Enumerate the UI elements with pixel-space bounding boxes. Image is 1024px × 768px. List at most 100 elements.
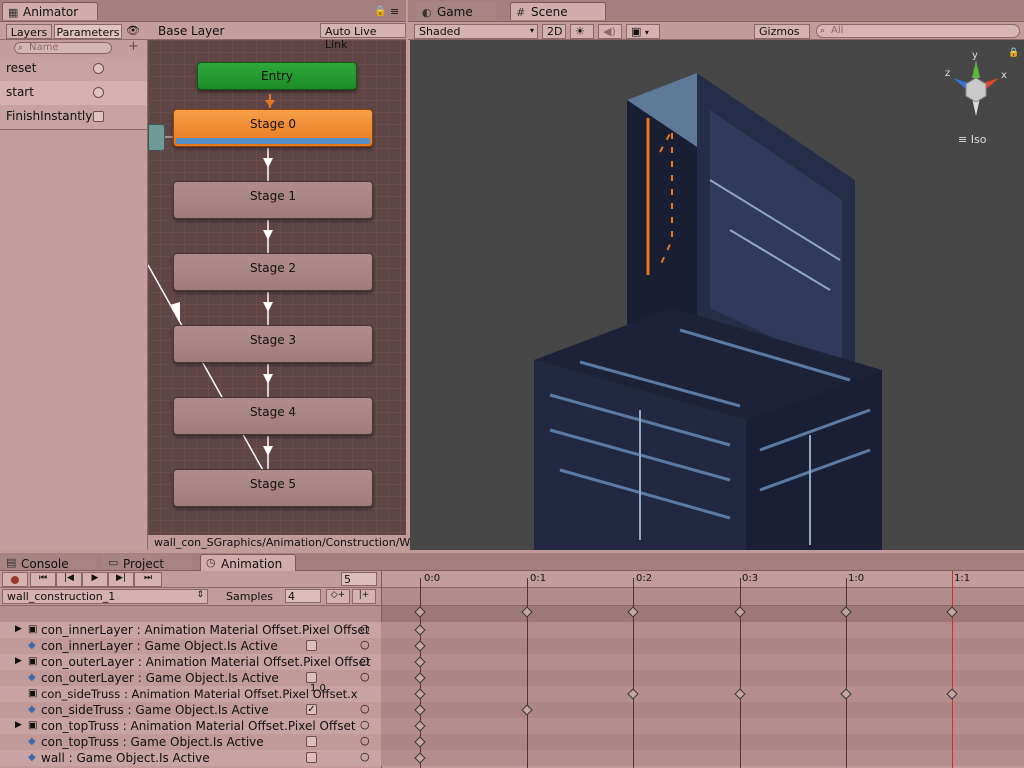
auto-live-link-button[interactable]: Auto Live Link <box>320 23 406 51</box>
scene-toolbar: Shaded ▾ 2D ☀ ◀) ▣ ▾ Gizmos ▾ ⌕ All <box>408 22 1024 50</box>
menu-icon: ≡ <box>958 133 968 146</box>
stage-node-2[interactable]: Stage 2 <box>173 253 373 291</box>
add-key-icon: ◇+ <box>330 590 346 600</box>
property-row[interactable]: ▣ con_sideTruss : Animation Material Off… <box>0 683 381 702</box>
timeline-lane[interactable] <box>381 622 1024 638</box>
clip-dropdown[interactable]: wall_construction_1 ⇕ <box>2 589 208 604</box>
breadcrumb[interactable]: Base Layer <box>158 24 225 38</box>
curve-dot-icon[interactable]: ○ <box>360 654 370 667</box>
parameter-row[interactable]: reset <box>0 57 147 81</box>
property-checkbox[interactable] <box>306 736 317 747</box>
trigger-toggle[interactable] <box>93 87 104 98</box>
stage-node-0[interactable]: Stage 0 <box>173 109 373 147</box>
timeline-ruler[interactable]: 0:0 0:1 0:2 0:3 1:0 1:1 <box>381 571 1024 588</box>
add-event-icon: |+ <box>358 590 370 600</box>
summary-lane[interactable] <box>381 606 1024 622</box>
tab-project[interactable]: ▭ Project <box>102 554 192 571</box>
curve-dot-icon[interactable]: ○ <box>360 718 370 731</box>
audio-button[interactable]: ◀) <box>598 24 622 39</box>
parameter-row[interactable]: start <box>0 81 147 105</box>
time-label: 1:1 <box>954 573 971 584</box>
property-row[interactable]: ▶ ▣ con_outerLayer : Animation Material … <box>0 654 381 670</box>
property-checkbox-checked[interactable]: ✓ <box>306 704 317 715</box>
property-checkbox[interactable] <box>306 672 317 683</box>
stage-node-1[interactable]: Stage 1 <box>173 181 373 219</box>
last-frame-button[interactable]: ⏭ <box>134 572 162 587</box>
bool-checkbox[interactable] <box>93 111 104 122</box>
summary-lane-left <box>0 606 381 622</box>
timeline-lane[interactable] <box>381 750 1024 766</box>
orientation-gizmo[interactable]: y x z <box>945 50 1007 118</box>
stage-node-4[interactable]: Stage 4 <box>173 397 373 435</box>
entry-node[interactable]: Entry <box>197 62 357 90</box>
gizmos-dropdown[interactable]: Gizmos ▾ <box>754 24 810 50</box>
lighting-button[interactable]: ☀ <box>570 24 594 39</box>
transition-arrow <box>170 302 180 323</box>
add-parameter-button[interactable]: + <box>128 39 139 54</box>
add-event-button[interactable]: |+ <box>352 589 376 604</box>
next-frame-button[interactable]: ▶| <box>108 572 134 587</box>
tab-console[interactable]: ▤ Console <box>0 554 96 571</box>
mode-2d-button[interactable]: 2D <box>542 24 566 39</box>
lock-icon[interactable]: 🔒 <box>1008 48 1019 58</box>
property-checkbox[interactable] <box>306 752 317 763</box>
tab-scene[interactable]: # Scene <box>510 2 606 20</box>
event-lane[interactable] <box>381 588 1024 606</box>
eye-icon[interactable]: 👁 <box>126 24 140 37</box>
add-keyframe-button[interactable]: ◇+ <box>326 589 350 604</box>
search-icon: ⌕ <box>820 26 826 36</box>
parameter-row[interactable]: FinishInstantly <box>0 105 147 129</box>
property-checkbox[interactable] <box>306 640 317 651</box>
playhead[interactable] <box>952 571 953 768</box>
timeline-lane[interactable] <box>381 670 1024 686</box>
timeline-lane[interactable] <box>381 686 1024 702</box>
lock-icon[interactable]: 🔒 <box>374 6 386 17</box>
stage-node-5[interactable]: Stage 5 <box>173 469 373 507</box>
curve-dot-icon[interactable]: ○ <box>360 734 370 747</box>
property-row[interactable]: ◆ con_sideTruss : Game Object.Is Active … <box>0 702 381 718</box>
transition-arrow <box>265 100 275 107</box>
timeline-lane[interactable] <box>381 638 1024 654</box>
menu-icon[interactable]: ≡ <box>390 5 399 18</box>
property-row[interactable]: ◆ wall : Game Object.Is Active ○ <box>0 750 381 766</box>
timeline-lane[interactable] <box>381 654 1024 670</box>
curve-dot-icon[interactable]: ○ <box>360 702 370 715</box>
property-row[interactable]: ◆ con_topTruss : Game Object.Is Active ○ <box>0 734 381 750</box>
curve-dot-icon[interactable]: ○ <box>360 638 370 651</box>
subtab-layers[interactable]: Layers <box>6 24 52 39</box>
property-row[interactable]: ▶ ▣ con_innerLayer : Animation Material … <box>0 622 381 638</box>
property-row[interactable]: ◆ con_innerLayer : Game Object.Is Active… <box>0 638 381 654</box>
trigger-toggle[interactable] <box>93 63 104 74</box>
record-button[interactable] <box>2 572 28 587</box>
shading-dropdown[interactable]: Shaded ▾ <box>414 24 538 39</box>
parameter-search-input[interactable]: ⌕ Name <box>14 42 112 54</box>
tab-game[interactable]: ◐ Game <box>416 2 496 20</box>
timeline-lane[interactable] <box>381 734 1024 750</box>
curve-dot-icon[interactable]: ○ <box>360 622 370 635</box>
tab-animator[interactable]: ▦ Animator <box>2 2 98 20</box>
scene-search-input[interactable]: ⌕ All <box>816 24 1020 38</box>
property-label: wall : Game Object.Is Active <box>41 751 210 765</box>
expand-arrow-icon[interactable]: ▶ <box>15 656 22 666</box>
stage-node-3[interactable]: Stage 3 <box>173 325 373 363</box>
any-state-node[interactable] <box>148 124 165 151</box>
first-frame-button[interactable]: ⏮ <box>30 572 56 587</box>
curve-dot-icon[interactable]: ○ <box>360 750 370 763</box>
timeline-lane[interactable] <box>381 702 1024 718</box>
projection-toggle[interactable]: ≡ Iso <box>958 133 986 146</box>
play-button[interactable]: ▶ <box>82 572 108 587</box>
expand-arrow-icon[interactable]: ▶ <box>15 624 22 634</box>
frame-field[interactable]: 5 <box>341 572 377 586</box>
expand-arrow-icon[interactable]: ▶ <box>15 720 22 730</box>
subtab-parameters[interactable]: Parameters <box>54 24 122 39</box>
transition-arrow <box>263 374 273 384</box>
scene-viewport[interactable]: y x z 🔒 ≡ Iso <box>410 40 1024 550</box>
stage-node-label: Stage 0 <box>249 117 297 131</box>
timeline-lane[interactable] <box>381 718 1024 734</box>
samples-field[interactable]: 4 <box>285 589 321 603</box>
effects-dropdown[interactable]: ▣ ▾ <box>626 24 660 39</box>
prev-frame-button[interactable]: |◀ <box>56 572 82 587</box>
curve-dot-icon[interactable]: ○ <box>360 670 370 683</box>
property-row[interactable]: ▶ ▣ con_topTruss : Animation Material Of… <box>0 718 381 734</box>
tab-animation[interactable]: ◷ Animation <box>200 554 296 571</box>
